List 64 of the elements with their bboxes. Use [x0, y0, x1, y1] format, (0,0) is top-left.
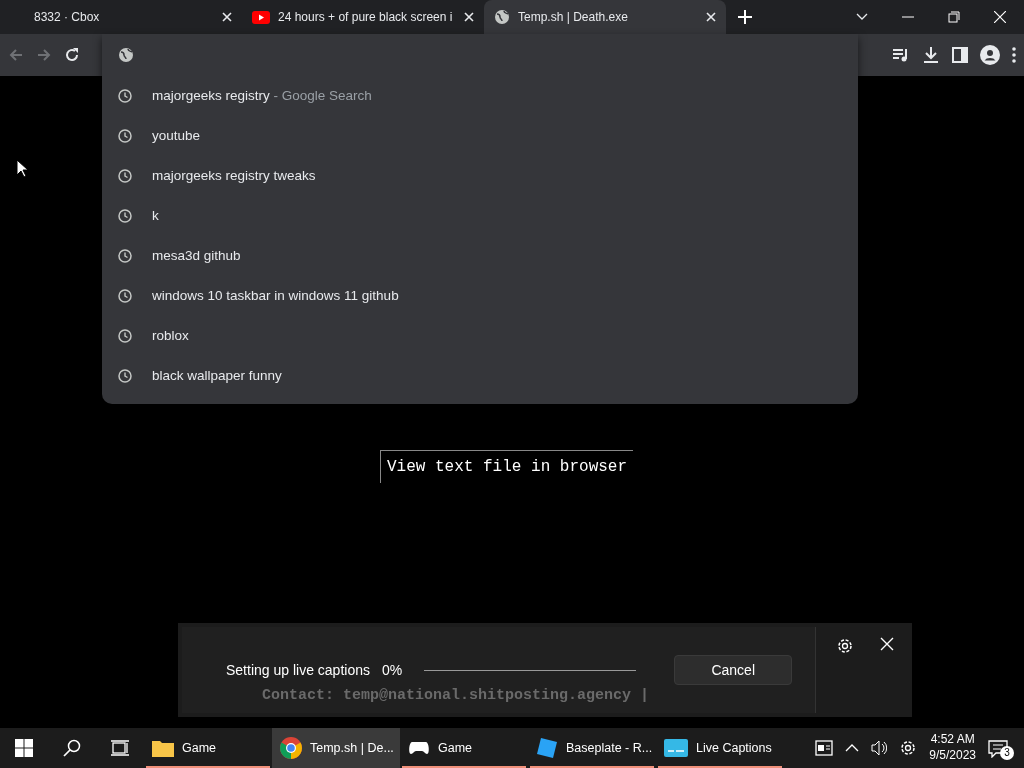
clock-time[interactable]: 4:52 AM	[929, 732, 976, 748]
suggestion-item[interactable]: k	[102, 196, 858, 236]
forward-icon[interactable]	[36, 47, 52, 63]
captions-icon	[664, 739, 688, 757]
settings-icon[interactable]	[899, 739, 918, 757]
close-tab-icon[interactable]	[464, 12, 474, 22]
history-clock-icon	[118, 369, 132, 383]
download-icon[interactable]	[922, 46, 940, 64]
cancel-button[interactable]: Cancel	[674, 655, 793, 685]
close-tab-icon[interactable]	[222, 12, 232, 22]
windows-start-icon[interactable]	[15, 739, 33, 757]
gamepad-icon	[408, 741, 430, 755]
suggestion-item[interactable]: majorgeeks registry - Google Search	[102, 76, 858, 116]
clock-date[interactable]: 9/5/2023	[929, 748, 976, 764]
captions-status: Setting up live captions	[226, 660, 370, 680]
taskbar-app[interactable]: Live Captions	[656, 728, 784, 768]
close-icon[interactable]	[880, 637, 894, 651]
suggestion-item[interactable]: black wallpaper funny	[102, 356, 858, 396]
browser-tab[interactable]: Temp.sh | Death.exe	[484, 0, 726, 34]
history-clock-icon	[118, 129, 132, 143]
suggestion-item[interactable]: windows 10 taskbar in windows 11 github	[102, 276, 858, 316]
taskbar-app[interactable]: Game	[144, 728, 272, 768]
suggestion-item[interactable]: mesa3d github	[102, 236, 858, 276]
taskbar-app[interactable]: Baseplate - R...	[528, 728, 656, 768]
news-widget-icon[interactable]	[815, 740, 834, 756]
folder-icon	[152, 739, 174, 757]
tab-search-icon[interactable]	[856, 13, 868, 21]
history-clock-icon	[118, 329, 132, 343]
history-clock-icon	[118, 249, 132, 263]
browser-tab[interactable]: 24 hours + of pure black screen i	[242, 0, 484, 34]
search-icon[interactable]	[63, 739, 81, 757]
history-clock-icon	[118, 89, 132, 103]
back-icon[interactable]	[8, 47, 24, 63]
history-clock-icon	[118, 169, 132, 183]
volume-icon[interactable]	[871, 740, 888, 756]
chevron-up-icon[interactable]	[845, 744, 860, 752]
taskbar-app[interactable]: Temp.sh | De...	[272, 728, 400, 768]
settings-icon[interactable]	[836, 637, 854, 655]
profile-icon[interactable]	[980, 45, 1000, 65]
captions-percent: 0%	[382, 660, 403, 680]
notification-count: 3	[1000, 746, 1014, 760]
menu-icon[interactable]	[1012, 47, 1016, 63]
reload-icon[interactable]	[64, 47, 80, 63]
chrome-icon	[280, 737, 302, 759]
media-queue-icon[interactable]	[892, 47, 910, 63]
globe-icon	[494, 9, 510, 25]
history-clock-icon	[118, 209, 132, 223]
close-tab-icon[interactable]	[706, 12, 716, 22]
browser-tab[interactable]: 8332 · Cbox	[0, 0, 242, 34]
globe-icon	[118, 47, 134, 63]
new-tab-icon[interactable]	[738, 10, 752, 24]
suggestion-item[interactable]: youtube	[102, 116, 858, 156]
mouse-cursor-icon	[16, 159, 28, 178]
side-panel-icon[interactable]	[952, 47, 968, 63]
view-text-link[interactable]: View text file in browser	[380, 450, 634, 483]
restore-icon[interactable]	[948, 11, 960, 23]
close-icon[interactable]	[994, 11, 1006, 23]
suggestion-item[interactable]: majorgeeks registry tweaks	[102, 156, 858, 196]
video-play-icon	[252, 10, 270, 24]
taskbar-app[interactable]: Game	[400, 728, 528, 768]
task-view-icon[interactable]	[111, 740, 129, 756]
suggestion-item[interactable]: roblox	[102, 316, 858, 356]
history-clock-icon	[118, 289, 132, 303]
contact-text: Contact: temp@national.shitposting.agency |	[262, 685, 650, 706]
